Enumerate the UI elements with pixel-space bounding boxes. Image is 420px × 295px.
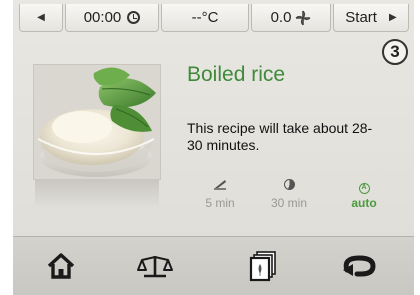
home-button[interactable] — [41, 249, 81, 283]
recipe-title: Boiled rice — [187, 63, 286, 86]
fan-icon — [295, 10, 311, 25]
knife-icon — [190, 176, 250, 196]
pressure-value: 0.0 — [270, 9, 292, 26]
left-arrow-icon: ◀ — [37, 12, 45, 23]
bottom-navigation — [13, 236, 414, 295]
start-button[interactable]: Start ▶ — [333, 4, 409, 32]
option-label: 5 min — [205, 196, 235, 210]
back-button[interactable] — [339, 249, 379, 283]
option-auto[interactable]: A auto — [334, 176, 394, 210]
scale-icon — [137, 255, 173, 278]
auto-icon: A — [334, 176, 394, 196]
back-icon — [343, 255, 376, 277]
cooking-screen: ◀ 00:00 --°C 0.0 Start ▶ 3 Boiled rice T… — [13, 0, 414, 295]
timer-value: 00:00 — [83, 9, 122, 26]
previous-button[interactable]: ◀ — [19, 4, 63, 32]
step-number: 3 — [390, 42, 400, 61]
temperature-display[interactable]: --°C — [161, 4, 249, 32]
clock-icon — [127, 11, 141, 24]
start-label: Start — [345, 9, 377, 26]
recipe-book-button[interactable] — [243, 249, 283, 283]
option-5-min[interactable]: 5 min — [190, 176, 250, 210]
pressure-display[interactable]: 0.0 — [251, 4, 331, 32]
right-arrow-icon: ▶ — [388, 12, 397, 23]
status-bar: ◀ 00:00 --°C 0.0 Start ▶ — [13, 0, 414, 34]
recipe-image — [33, 64, 161, 180]
recipe-book-icon — [249, 251, 276, 282]
temperature-value: --°C — [191, 9, 219, 26]
option-label: auto — [351, 196, 377, 210]
step-number-badge: 3 — [382, 39, 408, 65]
half-disc-icon — [259, 176, 319, 196]
scale-button[interactable] — [135, 249, 175, 283]
home-icon — [47, 253, 75, 279]
image-reflection — [35, 180, 159, 208]
boiled-rice-photo — [34, 65, 160, 179]
recipe-description: This recipe will take about 28-30 minute… — [187, 120, 373, 153]
option-30-min[interactable]: 30 min — [259, 176, 319, 210]
option-label: 30 min — [270, 196, 308, 210]
timer-display[interactable]: 00:00 — [65, 4, 159, 32]
